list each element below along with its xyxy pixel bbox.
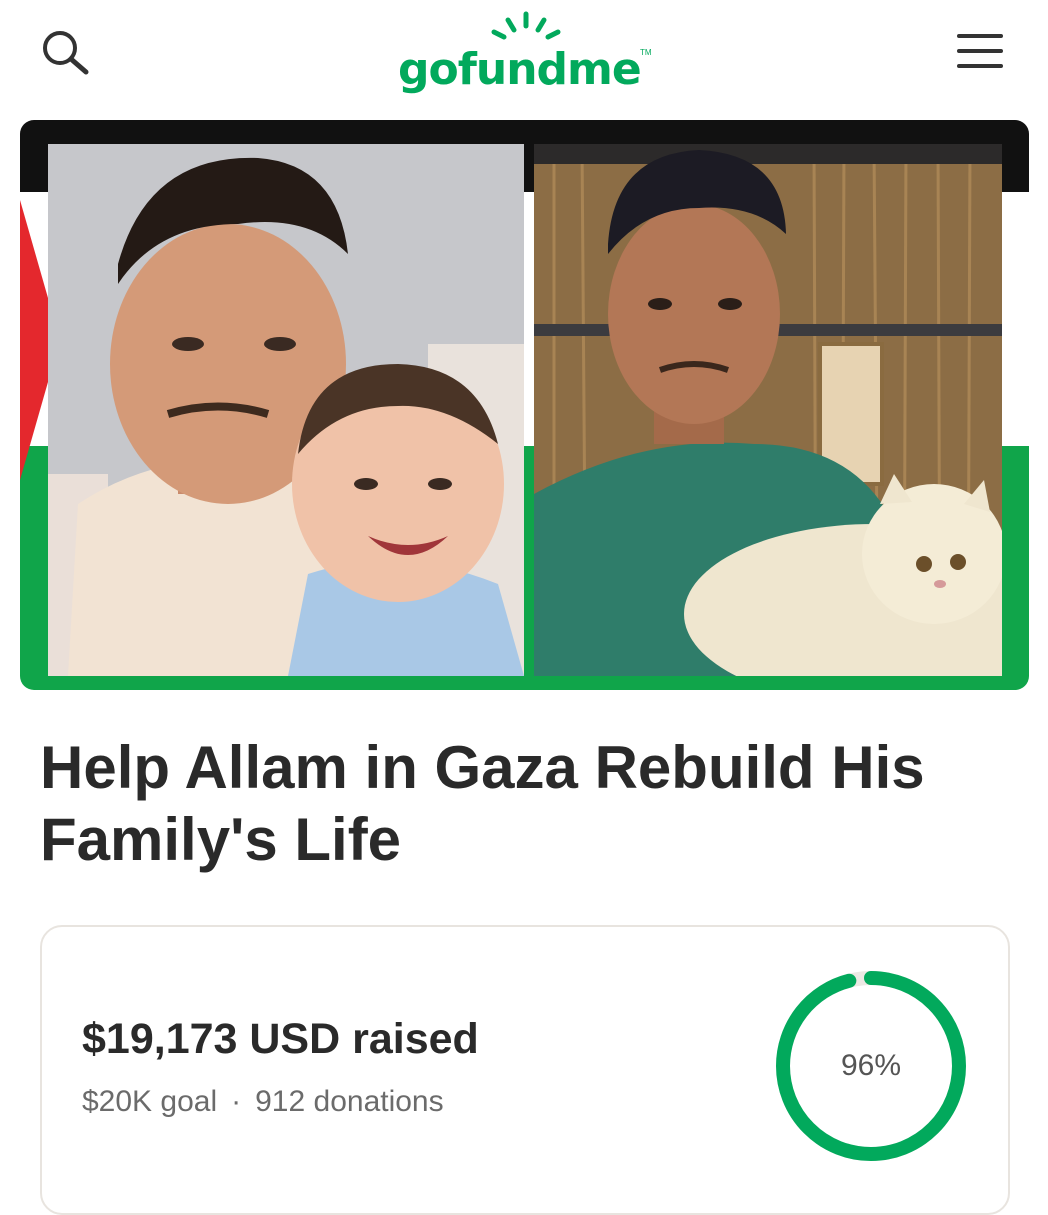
donation-count: 912 donations bbox=[255, 1085, 444, 1118]
goal-amount: $20K goal bbox=[82, 1085, 218, 1118]
separator-dot: · bbox=[231, 1085, 242, 1118]
search-icon bbox=[43, 31, 89, 75]
goal-and-donations: $20K goal · 912 donations bbox=[82, 1085, 444, 1119]
gofundme-logo[interactable]: gofundme TM bbox=[398, 10, 660, 100]
logo-wordmark: gofundme bbox=[398, 44, 642, 95]
trademark-mark: TM bbox=[640, 48, 652, 57]
photo-man-with-child bbox=[48, 144, 524, 676]
amount-raised: $19,173 USD raised bbox=[82, 1015, 479, 1063]
search-button[interactable] bbox=[38, 26, 94, 82]
progress-percent: 96% bbox=[840, 1049, 902, 1082]
photo-man-with-cat bbox=[534, 144, 1002, 676]
top-bar: gofundme TM bbox=[0, 0, 1048, 110]
menu-button[interactable] bbox=[955, 30, 1005, 72]
hamburger-menu-icon bbox=[957, 34, 1003, 38]
progress-ring: 96% bbox=[770, 965, 972, 1167]
donation-progress-card[interactable]: $19,173 USD raised $20K goal · 912 donatio… bbox=[40, 925, 1010, 1215]
campaign-title: Help Allam in Gaza Rebuild His Family's … bbox=[40, 734, 925, 873]
campaign-hero-image[interactable] bbox=[20, 120, 1029, 690]
sun-rays-icon bbox=[491, 11, 561, 40]
